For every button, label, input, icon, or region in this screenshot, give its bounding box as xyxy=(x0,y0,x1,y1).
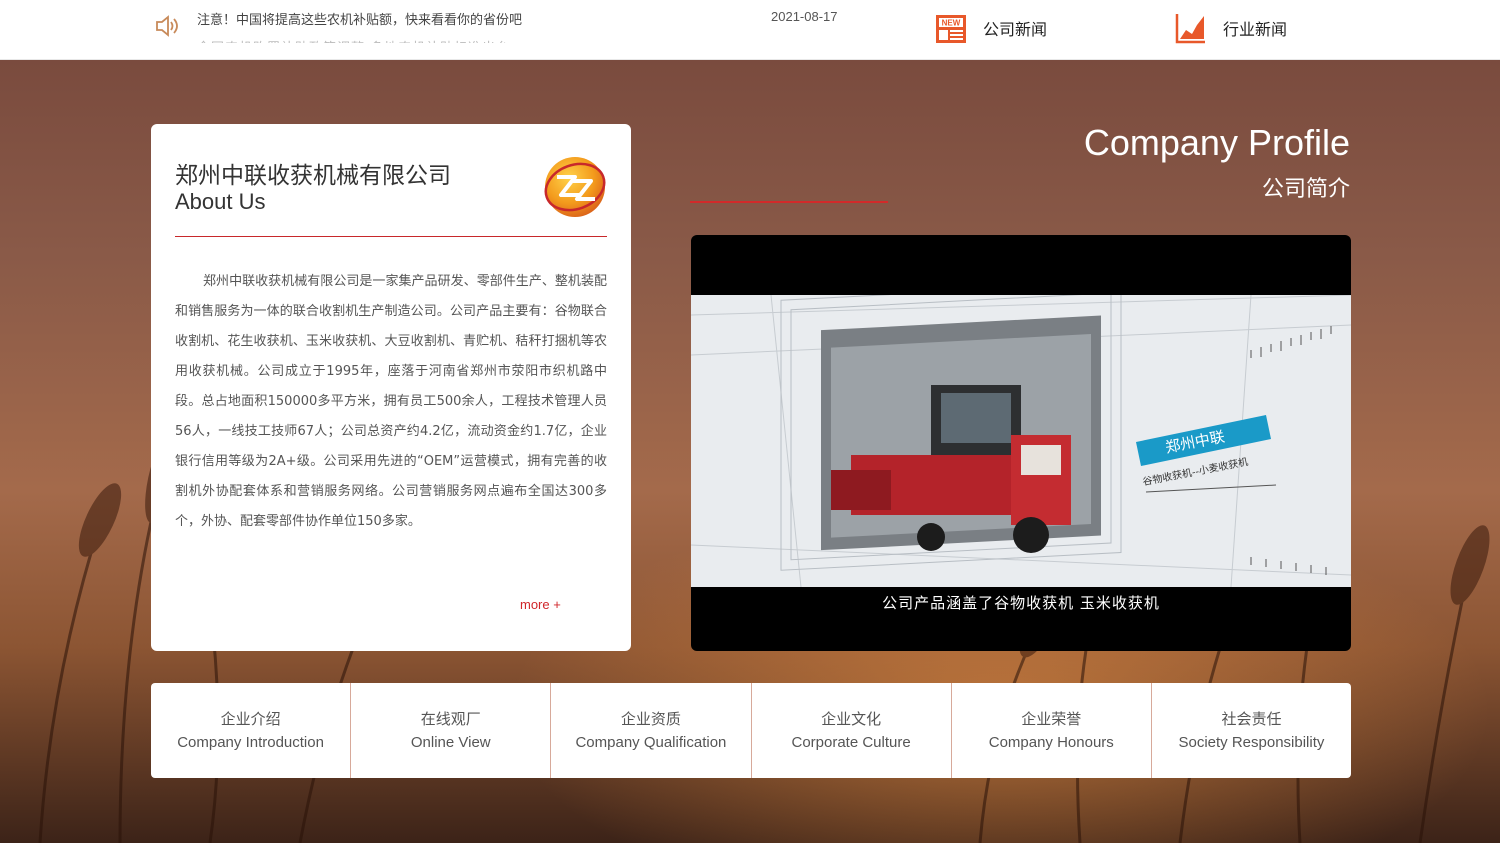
tab-label-cn: 社会责任 xyxy=(1221,709,1282,728)
about-divider xyxy=(175,236,607,237)
new-badge-text: NEW xyxy=(942,19,961,28)
profile-nav-tabs: 企业介绍 Company Introduction 在线观厂 Online Vi… xyxy=(151,683,1351,778)
industry-news-label: 行业新闻 xyxy=(1223,20,1288,39)
profile-title-en: Company Profile xyxy=(1083,122,1350,163)
more-link[interactable]: more + xyxy=(520,597,561,612)
tab-label-en: Company Introduction xyxy=(177,733,324,751)
tab-label-cn: 企业介绍 xyxy=(220,709,281,728)
tab-society-responsibility[interactable]: 社会责任 Society Responsibility xyxy=(1150,683,1351,778)
company-video-player[interactable]: 郑州中联 谷物收获机--小麦收获机 公司产品涵盖了谷物收获机 玉米收获机 xyxy=(691,235,1351,651)
tab-label-cn: 企业资质 xyxy=(620,709,681,728)
tab-company-honours[interactable]: 企业荣誉 Company Honours xyxy=(950,683,1151,778)
company-logo-icon xyxy=(544,157,606,217)
about-title-en: About Us xyxy=(175,189,266,214)
company-news-link[interactable]: NEW 公司新闻 xyxy=(935,11,1047,45)
area-chart-icon xyxy=(1175,14,1205,44)
tab-label-en: Corporate Culture xyxy=(791,733,911,751)
profile-title-cn: 公司简介 xyxy=(1261,177,1350,202)
tab-label-en: Society Responsibility xyxy=(1178,733,1325,751)
tab-corporate-culture[interactable]: 企业文化 Corporate Culture xyxy=(750,683,951,778)
about-description: 郑州中联收获机械有限公司是一家集产品研发、零部件生产、整机装配和销售服务为一体的… xyxy=(175,274,607,529)
notice-next-item: 全国农机购置补贴政策调整 多地农机补贴标准出台 xyxy=(197,37,510,43)
tab-label-cn: 企业文化 xyxy=(821,709,882,728)
tab-company-introduction[interactable]: 企业介绍 Company Introduction xyxy=(151,683,350,778)
about-card: 郑州中联收获机械有限公司 About Us 郑州中联收获机械有限公司是一家集产品… xyxy=(151,124,631,651)
about-title-cn: 郑州中联收获机械有限公司 xyxy=(175,163,451,189)
industry-news-link[interactable]: 行业新闻 xyxy=(1175,11,1287,45)
news-new-icon: NEW xyxy=(936,15,966,43)
video-caption: 公司产品涵盖了谷物收获机 玉米收获机 xyxy=(882,594,1160,612)
company-news-label: 公司新闻 xyxy=(983,20,1048,39)
profile-divider xyxy=(690,201,888,203)
tab-online-view[interactable]: 在线观厂 Online View xyxy=(350,683,550,778)
video-frame-image: 郑州中联 谷物收获机--小麦收获机 xyxy=(691,295,1351,587)
tab-company-qualification[interactable]: 企业资质 Company Qualification xyxy=(550,683,750,778)
notice-date: 2021-08-17 xyxy=(771,9,838,24)
tab-label-en: Company Honours xyxy=(988,733,1114,751)
tab-label-en: Company Qualification xyxy=(575,733,727,751)
tab-label-en: Online View xyxy=(410,733,491,751)
speaker-icon xyxy=(156,15,178,37)
tab-label-cn: 在线观厂 xyxy=(420,709,481,728)
top-notice-bar: 注意！中国将提高这些农机补贴额，快来看看你的省份吧 全国农机购置补贴政策调整 多… xyxy=(0,0,1500,60)
notice-link[interactable]: 注意！中国将提高这些农机补贴额，快来看看你的省份吧 xyxy=(197,9,522,28)
tab-label-cn: 企业荣誉 xyxy=(1021,709,1082,728)
